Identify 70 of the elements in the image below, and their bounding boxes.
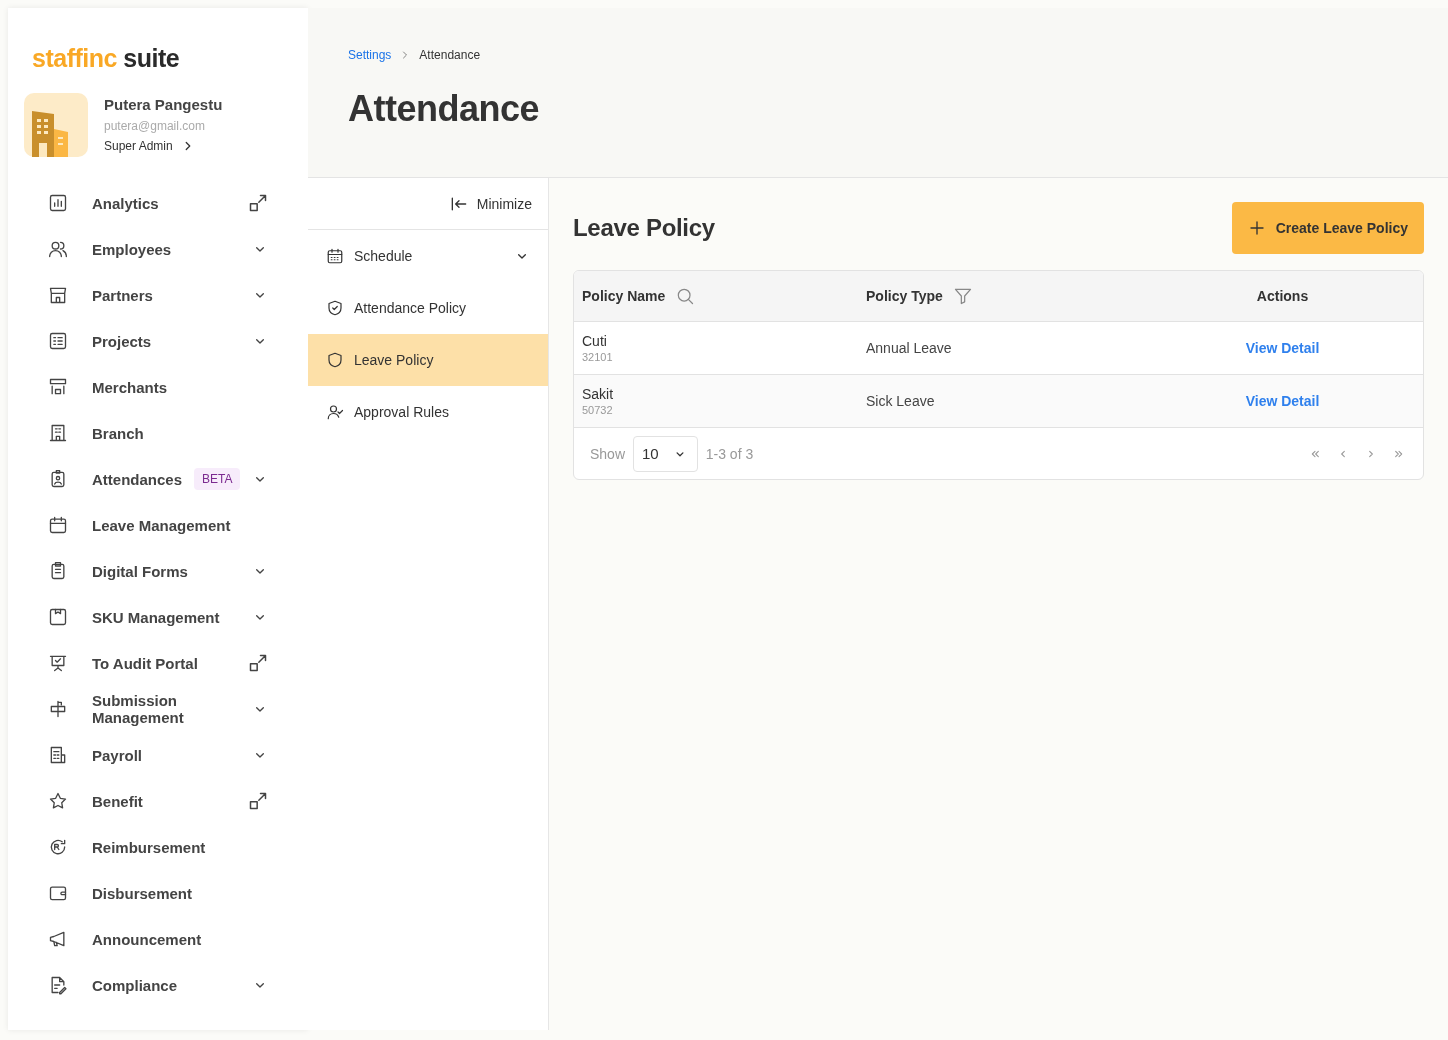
- policy-type: Sick Leave: [866, 393, 935, 409]
- column-header: Policy Type: [866, 288, 943, 304]
- list-icon: [48, 331, 68, 351]
- settings-menu-item[interactable]: Approval Rules: [308, 386, 548, 438]
- sidebar-item[interactable]: Benefit: [24, 778, 292, 824]
- search-icon[interactable]: [675, 286, 696, 306]
- filter-icon[interactable]: [952, 286, 973, 306]
- column-header: Policy Name: [582, 288, 666, 304]
- sidebar-item[interactable]: Branch: [24, 410, 292, 456]
- calendar-icon: [326, 247, 344, 265]
- settings-menu-item[interactable]: Leave Policy: [308, 334, 548, 386]
- star-icon: [48, 791, 68, 811]
- awning-icon: [48, 377, 68, 397]
- sidebar-item[interactable]: Disbursement: [24, 870, 292, 916]
- external-link-icon: [248, 791, 268, 811]
- calendar-icon: [48, 515, 68, 535]
- beta-badge: BETA: [194, 468, 241, 490]
- page-range: 1-3 of 3: [705, 445, 754, 462]
- page-title: Attendance: [348, 88, 541, 130]
- sidebar-item[interactable]: Payroll: [24, 732, 292, 778]
- sidebar-item[interactable]: SKU Management: [24, 594, 292, 640]
- create-leave-policy-button[interactable]: Create Leave Policy: [1231, 202, 1424, 254]
- sidebar-item[interactable]: Analytics: [24, 180, 292, 226]
- external-link-icon: [248, 653, 268, 673]
- breadcrumb-link[interactable]: Settings: [348, 48, 392, 62]
- chart-icon: [48, 193, 68, 213]
- receipt-icon: [48, 745, 68, 765]
- policy-code: 50732: [582, 404, 613, 416]
- role-link[interactable]: Super Admin: [104, 139, 195, 153]
- plus-icon: [1247, 219, 1266, 237]
- page-size-select[interactable]: 10: [633, 435, 698, 472]
- sidebar-item[interactable]: To Audit Portal: [24, 640, 292, 686]
- view-detail-link[interactable]: View Detail: [1245, 340, 1320, 356]
- sidebar-item[interactable]: Announcement: [24, 916, 292, 962]
- settings-menu-item[interactable]: Attendance Policy: [308, 282, 548, 334]
- show-label: Show: [590, 445, 626, 462]
- presentation-icon: [48, 653, 68, 673]
- sidebar-item[interactable]: Reimbursement: [24, 824, 292, 870]
- people-icon: [48, 239, 68, 259]
- policy-code: 32101: [582, 351, 613, 363]
- shield-icon: [326, 351, 344, 369]
- shield-check-icon: [326, 299, 344, 317]
- sidebar-item[interactable]: Partners: [24, 272, 292, 318]
- settings-menu-item[interactable]: Schedule: [308, 230, 548, 282]
- sidebar-item[interactable]: Digital Forms: [24, 548, 292, 594]
- sidebar-item[interactable]: Employees: [24, 226, 292, 272]
- megaphone-icon: [48, 929, 68, 949]
- external-link-icon: [248, 193, 268, 213]
- sidebar-item[interactable]: Attendances BETA: [24, 456, 292, 502]
- building-avatar-icon: [24, 93, 88, 157]
- user-name: Putera Pangestu: [104, 96, 223, 113]
- breadcrumb-current: Attendance: [419, 48, 481, 62]
- sidebar-item[interactable]: Merchants: [24, 364, 292, 410]
- person-check-icon: [326, 403, 344, 421]
- sidebar-item[interactable]: Projects: [24, 318, 292, 364]
- box-icon: [48, 607, 68, 627]
- view-detail-link[interactable]: View Detail: [1245, 393, 1320, 409]
- sidebar-item[interactable]: Leave Management: [24, 502, 292, 548]
- sidebar-item[interactable]: Compliance: [24, 962, 292, 1008]
- section-heading: Leave Policy: [573, 214, 715, 242]
- store-icon: [48, 285, 68, 305]
- sidebar-item[interactable]: Submission Management: [24, 686, 292, 732]
- logo: staffinc suite: [32, 44, 180, 73]
- user-email: putera@gmail.com: [104, 119, 205, 133]
- policy-name: Sakit: [582, 386, 614, 402]
- policy-name: Cuti: [582, 333, 607, 349]
- refresh-money-icon: [48, 837, 68, 857]
- column-header: Actions: [1256, 288, 1309, 304]
- policy-type: Annual Leave: [866, 340, 952, 356]
- building-icon: [48, 423, 68, 443]
